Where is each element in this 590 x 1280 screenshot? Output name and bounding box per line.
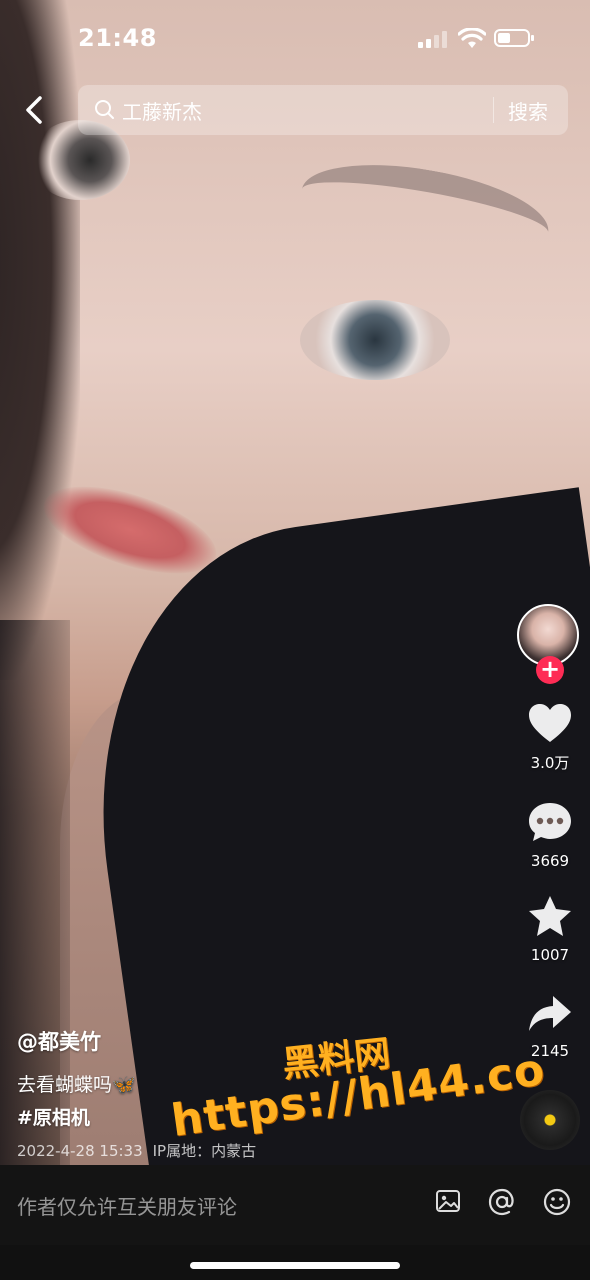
post-description-text: 去看蝴蝶吗: [17, 1074, 113, 1096]
comment-action[interactable]: 3669: [510, 800, 590, 870]
status-time: 21:48: [78, 24, 157, 52]
search-bar[interactable]: 工藤新杰 搜索: [78, 85, 568, 135]
follow-button[interactable]: +: [536, 656, 564, 684]
video-eye-right: [300, 300, 450, 380]
favorite-action[interactable]: 1007: [510, 894, 590, 964]
search-button[interactable]: 搜索: [508, 96, 548, 125]
like-action[interactable]: 3.0万: [510, 702, 590, 773]
music-disc-icon[interactable]: [520, 1090, 580, 1150]
share-arrow-icon: [529, 996, 571, 1031]
search-icon: [95, 100, 114, 119]
video-eyebrow: [294, 148, 556, 274]
comment-restriction-text: 作者仅允许互关朋友评论: [17, 1195, 237, 1219]
heart-icon: [529, 704, 571, 742]
search-divider: [493, 97, 494, 123]
post-caption: @都美竹 去看蝴蝶吗🦋 #原相机 2022-4-28 15:33 IP属地：内蒙古: [17, 1026, 256, 1161]
comment-bar: 作者仅允许互关朋友评论: [0, 1165, 590, 1245]
image-icon[interactable]: [434, 1187, 462, 1215]
share-action[interactable]: 2145: [510, 994, 590, 1060]
favorite-count: 1007: [530, 946, 570, 964]
post-meta: 2022-4-28 15:33 IP属地：内蒙古: [17, 1140, 256, 1161]
star-icon: [529, 896, 571, 936]
hashtag[interactable]: #原相机: [17, 1103, 256, 1130]
post-date: 2022-4-28 15:33: [17, 1142, 143, 1160]
share-count: 2145: [530, 1042, 570, 1060]
chevron-left-icon[interactable]: [20, 92, 52, 128]
author-name[interactable]: @都美竹: [17, 1026, 256, 1056]
comment-count: 3669: [530, 852, 570, 870]
video-frame[interactable]: [0, 0, 590, 1165]
cellular-signal-icon: [418, 30, 448, 48]
smiley-icon[interactable]: [542, 1187, 572, 1217]
butterfly-emoji: 🦋: [112, 1074, 136, 1096]
ip-location: IP属地：内蒙古: [152, 1142, 257, 1160]
like-count: 3.0万: [530, 754, 570, 772]
post-description: 去看蝴蝶吗🦋: [17, 1070, 256, 1097]
battery-icon: [494, 29, 534, 47]
at-icon[interactable]: [487, 1187, 517, 1217]
home-indicator[interactable]: [190, 1262, 400, 1269]
search-query-text[interactable]: 工藤新杰: [122, 96, 202, 125]
status-bar: 21:48: [0, 0, 590, 80]
wifi-icon: [458, 28, 486, 48]
comment-bubble-icon: [529, 803, 571, 841]
